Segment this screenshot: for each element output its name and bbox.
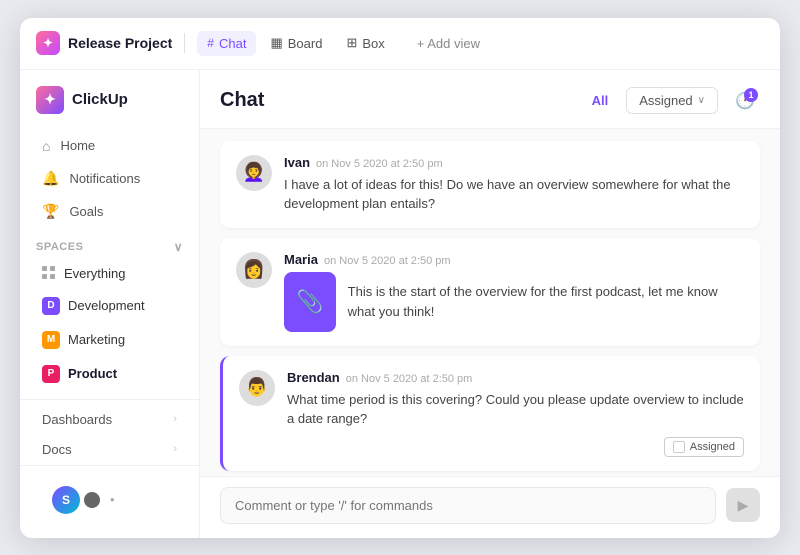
product-dot: P	[42, 365, 60, 383]
bell-icon: 🔔	[42, 170, 59, 187]
message-brendan: 👨 Brendan on Nov 5 2020 at 2:50 pm What …	[220, 356, 760, 471]
assigned-tag-button[interactable]: Assigned	[664, 437, 744, 457]
hash-icon: #	[207, 36, 214, 50]
top-header: ✦ Release Project # Chat ▦ Board ⊞ Box +…	[20, 18, 780, 70]
send-icon: ▶	[738, 497, 749, 514]
user-profile[interactable]: S •	[36, 478, 183, 522]
box-icon: ⊞	[346, 35, 357, 51]
user-status: •	[110, 492, 115, 507]
filter-all-button[interactable]: All	[580, 88, 621, 113]
sidebar-item-notifications[interactable]: 🔔 Notifications	[26, 163, 193, 194]
message-ivan: 👩‍🦱 Ivan on Nov 5 2020 at 2:50 pm I have…	[220, 141, 760, 228]
header-tabs: # Chat ▦ Board ⊞ Box	[197, 30, 394, 56]
goals-icon: 🏆	[42, 203, 59, 220]
chevron-down-icon[interactable]: ∨	[174, 240, 183, 254]
add-view-button[interactable]: + Add view	[407, 31, 490, 56]
sidebar-item-goals[interactable]: 🏆 Goals	[26, 196, 193, 227]
marketing-dot: M	[42, 331, 60, 349]
secondary-avatar	[82, 490, 102, 510]
sidebar-item-dashboards[interactable]: Dashboards ›	[26, 405, 193, 434]
brendan-content: Brendan on Nov 5 2020 at 2:50 pm What ti…	[287, 370, 744, 457]
development-dot: D	[42, 297, 60, 315]
maria-content: Maria on Nov 5 2020 at 2:50 pm 📎 This is…	[284, 252, 744, 332]
notification-badge: 1	[744, 88, 758, 102]
sidebar-item-everything[interactable]: Everything	[26, 259, 193, 288]
brendan-meta: Brendan on Nov 5 2020 at 2:50 pm	[287, 370, 744, 385]
brendan-time: on Nov 5 2020 at 2:50 pm	[346, 373, 473, 385]
filter-controls: All Assigned ∨	[580, 87, 718, 114]
ivan-avatar: 👩‍🦱	[236, 155, 272, 191]
tab-board[interactable]: ▦ Board	[260, 30, 332, 56]
app-window: ✦ Release Project # Chat ▦ Board ⊞ Box +…	[20, 18, 780, 538]
comment-area: ▶	[200, 476, 780, 538]
content-header: Chat All Assigned ∨ 🕐 1	[200, 70, 780, 129]
ivan-author: Ivan	[284, 155, 310, 170]
notification-button[interactable]: 🕐 1	[730, 86, 760, 116]
chat-messages: 👩‍🦱 Ivan on Nov 5 2020 at 2:50 pm I have…	[200, 129, 780, 476]
spaces-section-label: Spaces ∨	[20, 228, 199, 258]
sidebar: ✦ ClickUp ⌂ Home 🔔 Notifications 🏆 Goals…	[20, 70, 200, 538]
logo: ✦ ClickUp	[20, 78, 199, 130]
ivan-text: I have a lot of ideas for this! Do we ha…	[284, 175, 744, 214]
logo-icon: ✦	[36, 86, 64, 114]
brendan-avatar: 👨	[239, 370, 275, 406]
content-area: Chat All Assigned ∨ 🕐 1 👩‍🦱	[200, 70, 780, 538]
sidebar-item-docs[interactable]: Docs ›	[26, 435, 193, 464]
maria-author: Maria	[284, 252, 318, 267]
assigned-checkbox	[673, 441, 685, 453]
message-maria: 👩 Maria on Nov 5 2020 at 2:50 pm 📎 This …	[220, 238, 760, 346]
page-title: Chat	[220, 89, 568, 112]
maria-text: This is the start of the overview for th…	[348, 282, 744, 321]
dashboards-chevron-icon: ›	[173, 413, 177, 425]
docs-chevron-icon: ›	[173, 443, 177, 455]
avatar: S	[52, 486, 80, 514]
project-title[interactable]: ✦ Release Project	[36, 31, 172, 55]
tab-chat[interactable]: # Chat	[197, 31, 256, 56]
maria-time: on Nov 5 2020 at 2:50 pm	[324, 255, 451, 267]
ivan-content: Ivan on Nov 5 2020 at 2:50 pm I have a l…	[284, 155, 744, 214]
home-icon: ⌂	[42, 138, 50, 154]
brendan-text: What time period is this covering? Could…	[287, 390, 744, 429]
filter-assigned-button[interactable]: Assigned ∨	[626, 87, 718, 114]
sidebar-item-marketing[interactable]: M Marketing	[26, 324, 193, 356]
sidebar-item-home[interactable]: ⌂ Home	[26, 131, 193, 161]
grid-icon	[42, 266, 56, 280]
sidebar-item-development[interactable]: D Development	[26, 290, 193, 322]
maria-meta: Maria on Nov 5 2020 at 2:50 pm	[284, 252, 744, 267]
tab-box[interactable]: ⊞ Box	[336, 30, 394, 56]
header-divider	[184, 33, 185, 53]
attachment-thumb[interactable]: 📎	[284, 272, 336, 332]
ivan-time: on Nov 5 2020 at 2:50 pm	[316, 158, 443, 170]
maria-avatar: 👩	[236, 252, 272, 288]
comment-input[interactable]	[220, 487, 716, 524]
brendan-author: Brendan	[287, 370, 340, 385]
sidebar-item-product[interactable]: P Product	[26, 358, 193, 390]
user-area[interactable]: S •	[20, 465, 199, 530]
send-button[interactable]: ▶	[726, 488, 760, 522]
assigned-action: Assigned	[287, 437, 744, 457]
board-icon: ▦	[270, 35, 282, 51]
main-layout: ✦ ClickUp ⌂ Home 🔔 Notifications 🏆 Goals…	[20, 70, 780, 538]
chevron-down-icon: ∨	[698, 95, 705, 106]
project-icon: ✦	[36, 31, 60, 55]
ivan-meta: Ivan on Nov 5 2020 at 2:50 pm	[284, 155, 744, 170]
